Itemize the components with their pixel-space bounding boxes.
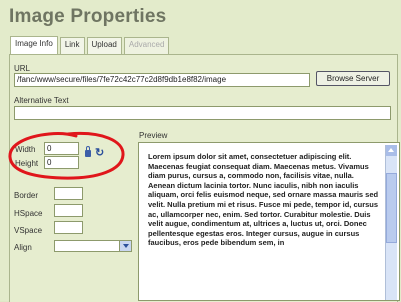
alt-text-input[interactable] [14,106,391,120]
hspace-label: HSpace [14,209,43,218]
align-select[interactable] [54,240,132,252]
tab-bar: Image Info Link Upload Advanced [10,36,171,55]
alt-text-label: Alternative Text [14,96,69,105]
border-label: Border [14,191,39,200]
image-properties-dialog: Image Properties Image Info Link Upload … [0,0,401,302]
tab-link[interactable]: Link [59,37,85,54]
preview-scrollbar[interactable] [385,145,397,300]
url-label: URL [14,64,31,73]
scroll-thumb[interactable] [386,173,397,243]
chevron-down-icon[interactable] [119,241,131,251]
hspace-input[interactable] [54,204,83,217]
scroll-up-icon[interactable] [386,145,397,156]
dialog-title: Image Properties [9,6,167,27]
preview-box: Lorem ipsum dolor sit amet, consectetuer… [138,142,400,301]
tab-advanced[interactable]: Advanced [123,37,170,54]
preview-label: Preview [139,131,168,140]
red-annotation-circle [8,131,125,180]
preview-text: Lorem ipsum dolor sit amet, consectetuer… [148,152,379,248]
tab-upload[interactable]: Upload [86,37,122,54]
browse-server-button[interactable]: Browse Server [316,71,390,86]
url-input[interactable]: /fanc/www/secure/files/7fe72c42c77c2d8f9… [14,73,310,87]
border-input[interactable] [54,187,83,200]
align-label: Align [14,243,32,252]
tab-image-info[interactable]: Image Info [10,36,58,55]
vspace-input[interactable] [54,221,83,234]
vspace-label: VSpace [14,226,43,235]
